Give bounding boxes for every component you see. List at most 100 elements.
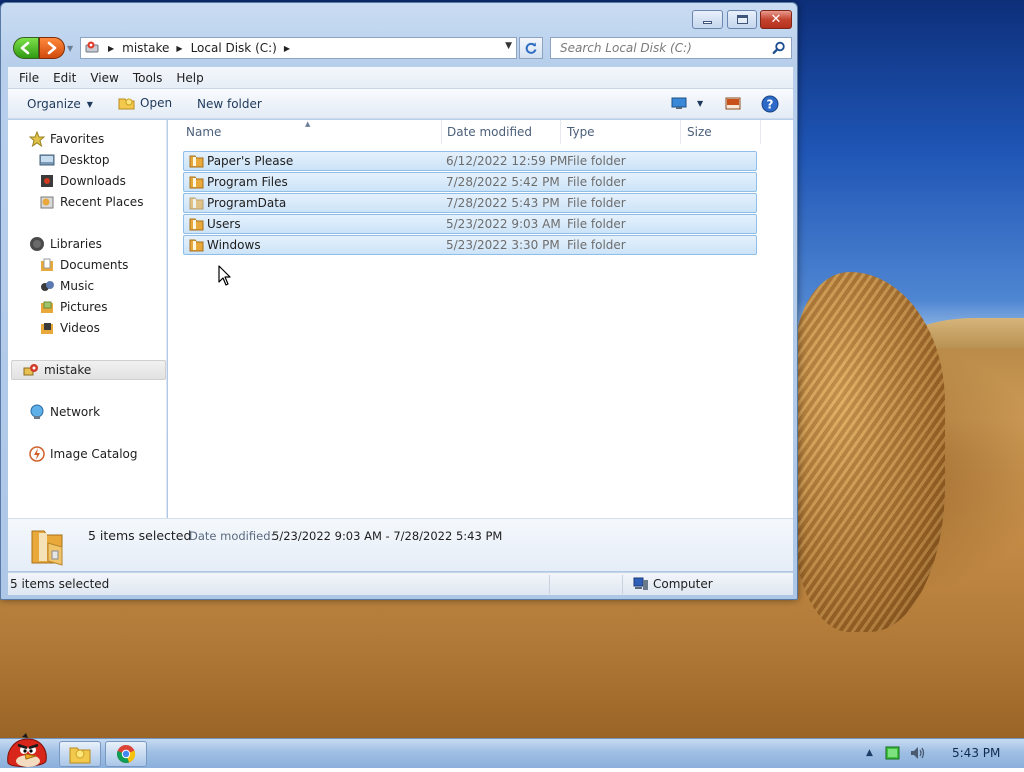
battery-status-icon[interactable] (885, 746, 901, 760)
nav-downloads[interactable]: Downloads (39, 171, 126, 191)
menu-tools[interactable]: Tools (126, 71, 170, 85)
help-icon: ? (761, 95, 779, 113)
preview-pane-button[interactable] (725, 97, 741, 113)
minimize-button[interactable] (692, 10, 723, 29)
breadcrumb-separator-icon: ▶ (176, 43, 183, 53)
taskbar-explorer-button[interactable] (59, 741, 101, 767)
nav-videos[interactable]: Videos (39, 318, 100, 338)
nav-libraries-label: Libraries (50, 237, 102, 251)
column-header-type[interactable]: Type (561, 120, 681, 144)
organize-button[interactable]: Organize ▼ (27, 97, 93, 111)
table-row[interactable]: Paper's Please 6/12/2022 12:59 PM File f… (183, 151, 757, 171)
breadcrumb-separator-icon[interactable]: ▶ (284, 44, 290, 53)
close-button[interactable]: ✕ (760, 10, 792, 29)
file-date-modified: 7/28/2022 5:43 PM (446, 196, 560, 210)
documents-icon (41, 258, 53, 271)
nav-pictures[interactable]: Pictures (39, 297, 108, 317)
column-header-size[interactable]: Size (681, 120, 761, 144)
navigation-pane: Favorites Desktop Downloads Recent Place… (8, 120, 167, 518)
menu-edit[interactable]: Edit (46, 71, 83, 85)
nav-mistake[interactable]: mistake (11, 360, 166, 380)
file-list[interactable]: Name ▲ Date modified Type Size Paper's P… (168, 120, 793, 518)
help-button[interactable]: ? (761, 95, 779, 116)
folder-icon (189, 218, 204, 231)
status-selection-count: 5 items selected (10, 577, 110, 591)
show-hidden-icons-button[interactable]: ▲ (866, 748, 873, 758)
folder-stack-icon (31, 530, 63, 566)
table-row[interactable]: Program Files 7/28/2022 5:42 PM File fol… (183, 172, 757, 192)
file-date-modified: 6/12/2022 12:59 PM (446, 154, 568, 168)
nav-music[interactable]: Music (39, 276, 94, 296)
wallpaper-hay-bale (795, 272, 945, 632)
search-icon[interactable] (772, 41, 786, 55)
menu-view[interactable]: View (83, 71, 125, 85)
computer-icon (633, 577, 648, 590)
file-date-modified: 7/28/2022 5:42 PM (446, 175, 560, 189)
breadcrumb-mistake[interactable]: mistake (122, 41, 169, 55)
file-name: Paper's Please (207, 154, 294, 168)
nav-network-label: Network (50, 405, 101, 419)
desktop-icon (39, 154, 55, 166)
chevron-down-icon: ▼ (86, 99, 93, 109)
details-pane: 5 items selected Date modified: 5/23/202… (8, 518, 793, 571)
breadcrumb-local-disk[interactable]: Local Disk (C:) (191, 41, 277, 55)
chrome-icon (116, 745, 136, 764)
network-icon (30, 404, 44, 419)
videos-icon (41, 323, 53, 334)
homegroup-icon (23, 364, 38, 376)
nav-desktop-label: Desktop (60, 153, 110, 167)
table-row[interactable]: ProgramData 7/28/2022 5:43 PM File folde… (183, 193, 757, 213)
open-button[interactable]: Open (118, 95, 172, 111)
folder-icon (189, 155, 204, 168)
details-selection-count: 5 items selected (88, 528, 192, 543)
maximize-icon (736, 15, 748, 24)
address-dropdown-icon[interactable]: ▼ (505, 41, 512, 51)
nav-favorites[interactable]: Favorites (29, 129, 104, 149)
view-dropdown-icon[interactable]: ▼ (697, 99, 703, 108)
menu-file[interactable]: File (12, 71, 46, 85)
table-row[interactable]: Users 5/23/2022 9:03 AM File folder (183, 214, 757, 234)
new-folder-button[interactable]: New folder (197, 97, 262, 111)
volume-icon[interactable] (909, 746, 925, 760)
start-button[interactable] (4, 733, 50, 769)
command-bar: Organize ▼ Open New folder ▼ ? (8, 89, 793, 119)
nav-image-catalog[interactable]: Image Catalog (29, 444, 137, 464)
search-box[interactable] (550, 37, 792, 59)
libraries-icon (30, 237, 44, 251)
back-button[interactable] (13, 37, 39, 59)
file-date-modified: 5/23/2022 3:30 PM (446, 238, 560, 252)
refresh-button[interactable] (519, 37, 543, 59)
taskbar: ▲ 5:43 PM (0, 733, 1024, 768)
forward-button[interactable] (39, 37, 65, 59)
table-row[interactable]: Windows 5/23/2022 3:30 PM File folder (183, 235, 757, 255)
details-date-label: Date modified: (189, 529, 275, 543)
nav-network[interactable]: Network (29, 402, 100, 422)
file-type: File folder (567, 175, 626, 189)
forward-arrow-icon (47, 41, 57, 55)
sort-ascending-icon: ▲ (305, 120, 311, 128)
nav-libraries[interactable]: Libraries (29, 234, 102, 254)
column-header-date-modified[interactable]: Date modified (441, 120, 561, 144)
menu-help[interactable]: Help (169, 71, 210, 85)
taskbar-chrome-button[interactable] (105, 741, 147, 767)
nav-recent-places[interactable]: Recent Places (39, 192, 143, 212)
nav-downloads-label: Downloads (60, 174, 126, 188)
status-bar: 5 items selected Computer (8, 572, 793, 595)
change-view-button[interactable]: ▼ (671, 97, 703, 110)
system-tray: ▲ (866, 746, 925, 760)
column-header-name[interactable]: Name (180, 120, 442, 144)
file-name: Program Files (207, 175, 288, 189)
maximize-button[interactable] (727, 10, 757, 29)
taskbar-clock[interactable]: 5:43 PM (952, 746, 1000, 760)
search-input[interactable] (558, 40, 763, 56)
nav-recent-places-label: Recent Places (60, 195, 144, 209)
file-type: File folder (567, 238, 626, 252)
file-date-modified: 5/23/2022 9:03 AM (446, 217, 561, 231)
address-bar[interactable]: ▶ mistake ▶ Local Disk (C:) ▶ ▼ (80, 37, 517, 59)
nav-desktop[interactable]: Desktop (39, 150, 110, 170)
nav-documents[interactable]: Documents (39, 255, 128, 275)
recent-pages-dropdown[interactable]: ▼ (67, 44, 73, 53)
nav-pictures-label: Pictures (60, 300, 108, 314)
folder-icon (189, 239, 204, 252)
column-headers: Name ▲ Date modified Type Size (168, 120, 793, 144)
